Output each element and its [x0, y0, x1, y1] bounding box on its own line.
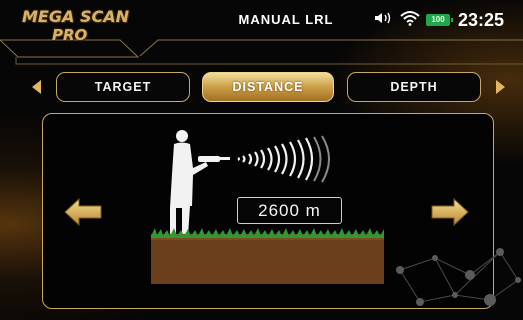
arrow-left-icon[interactable] [63, 196, 103, 228]
logo-line-1: MEGA SCAN [22, 7, 129, 26]
arrow-right-icon[interactable] [430, 196, 470, 228]
tab-label: DEPTH [390, 80, 438, 94]
tab-label: DISTANCE [232, 80, 304, 94]
status-bar: 100 23:25 [374, 8, 504, 32]
logo-line-2: PRO [52, 26, 88, 44]
wifi-icon [400, 10, 420, 31]
decorative-network [396, 248, 521, 306]
tab-label: TARGET [94, 80, 152, 94]
ground-illustration [151, 228, 384, 284]
tab-distance[interactable]: DISTANCE [202, 72, 334, 102]
battery-icon: 100 [426, 14, 453, 26]
screen-title: MANUAL LRL [238, 12, 334, 27]
chevron-left-icon[interactable] [32, 80, 41, 94]
person-figure [170, 130, 230, 236]
speaker-icon[interactable] [374, 11, 394, 30]
distance-value-display: 2600 m [237, 197, 342, 224]
app-logo: MEGA SCAN PRO [22, 8, 132, 50]
clock: 23:25 [458, 9, 505, 30]
device-screen: MEGA SCAN PRO MANUAL LRL 100 23:25 TARGE… [0, 0, 523, 320]
tab-depth[interactable]: DEPTH [347, 72, 481, 102]
chevron-right-icon[interactable] [496, 80, 505, 94]
signal-waves-fade [313, 135, 330, 183]
signal-waves [237, 137, 314, 181]
tab-target[interactable]: TARGET [56, 72, 190, 102]
